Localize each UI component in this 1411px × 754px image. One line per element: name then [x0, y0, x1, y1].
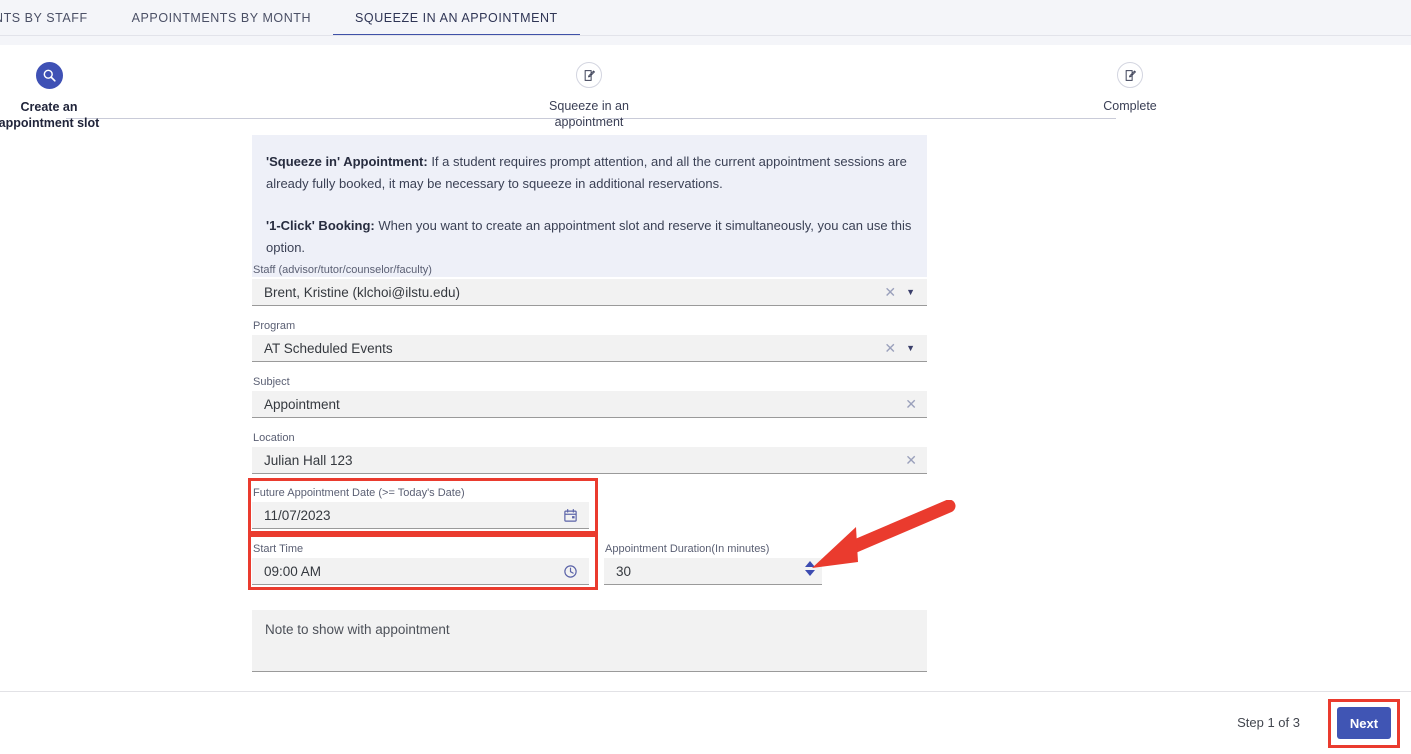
field-staff: Staff (advisor/tutor/counselor/faculty) …	[252, 263, 927, 306]
stepper-caption-line2: appointment slot	[0, 116, 100, 130]
tab-squeeze-in-an-appointment[interactable]: SQUEEZE IN AN APPOINTMENT	[333, 0, 580, 36]
stepper-caption-line1: Create an	[20, 100, 78, 114]
appointment-duration-input[interactable]: 30	[604, 558, 822, 585]
info-paragraph-one-click: '1-Click' Booking: When you want to crea…	[266, 215, 913, 259]
field-future-appointment-date: Future Appointment Date (>= Today's Date…	[252, 486, 589, 529]
stepper-caption: Create an appointment slot	[0, 99, 99, 131]
clock-icon	[564, 564, 577, 578]
stepper-bubble	[35, 62, 63, 89]
stepper-bubble	[1117, 62, 1143, 88]
note-textarea[interactable]: Note to show with appointment	[252, 610, 927, 672]
clear-subject-icon[interactable]: ✕	[895, 397, 927, 411]
field-start-time: Start Time 09:00 AM	[252, 542, 589, 585]
clear-staff-icon[interactable]: ✕	[874, 285, 906, 299]
info-paragraph-2-title: '1-Click' Booking:	[266, 218, 375, 233]
stepper-connector-1	[66, 118, 577, 119]
tab-appointments-by-staff[interactable]: NTS BY STAFF	[0, 0, 110, 36]
stepper-caption: Squeeze in an appointment	[549, 98, 629, 130]
duration-stepper[interactable]	[805, 561, 815, 576]
chevron-down-icon[interactable]: ▼	[906, 287, 927, 297]
stepper-caption-line2: appointment	[554, 115, 624, 129]
program-value: AT Scheduled Events	[264, 340, 393, 356]
chevron-down-icon[interactable]: ▼	[906, 343, 927, 353]
time-picker-button[interactable]	[563, 564, 589, 579]
calendar-icon	[564, 508, 577, 522]
next-button[interactable]: Next	[1337, 707, 1391, 739]
field-location: Location Julian Hall 123 ✕	[252, 431, 927, 474]
footer-divider	[0, 691, 1411, 692]
future-appointment-date-value: 11/07/2023	[264, 507, 331, 523]
clear-location-icon[interactable]: ✕	[895, 453, 927, 467]
clear-program-icon[interactable]: ✕	[874, 341, 906, 355]
info-banner: 'Squeeze in' Appointment: If a student r…	[252, 135, 927, 277]
field-label-future-appointment-date: Future Appointment Date (>= Today's Date…	[253, 487, 465, 499]
start-time-value: 09:00 AM	[264, 563, 322, 579]
tab-bar-spacer	[0, 36, 1411, 45]
stepper-down-icon[interactable]	[805, 570, 815, 576]
program-select[interactable]: AT Scheduled Events ✕ ▼	[252, 335, 927, 362]
field-appointment-duration: Appointment Duration(In minutes) 30	[604, 542, 822, 585]
tab-appointments-by-month[interactable]: APPOINTMENTS BY MONTH	[110, 0, 333, 36]
field-program: Program AT Scheduled Events ✕ ▼	[252, 319, 927, 362]
location-input[interactable]: Julian Hall 123 ✕	[252, 447, 927, 474]
field-subject: Subject Appointment ✕	[252, 375, 927, 418]
info-paragraph-squeeze-in: 'Squeeze in' Appointment: If a student r…	[266, 151, 913, 195]
edit-document-icon	[584, 69, 595, 81]
field-label-program: Program	[253, 320, 296, 332]
edit-document-icon	[1125, 69, 1136, 81]
stepper-connector-2	[603, 118, 1116, 119]
stepper-step-complete[interactable]: Complete	[1055, 62, 1205, 114]
stepper-caption-line1: Complete	[1103, 99, 1157, 113]
progress-stepper: Create an appointment slot Squeeze in an…	[0, 45, 1411, 135]
subject-input[interactable]: Appointment ✕	[252, 391, 927, 418]
stepper-step-squeeze-in-an-appointment[interactable]: Squeeze in an appointment	[514, 62, 664, 130]
tab-label: SQUEEZE IN AN APPOINTMENT	[355, 11, 558, 25]
tab-bar: NTS BY STAFF APPOINTMENTS BY MONTH SQUEE…	[0, 0, 1411, 36]
stepper-up-icon[interactable]	[805, 561, 815, 567]
field-label-start-time: Start Time	[253, 543, 304, 555]
note-placeholder: Note to show with appointment	[265, 622, 450, 637]
future-appointment-date-input[interactable]: 11/07/2023	[252, 502, 589, 529]
tab-label: NTS BY STAFF	[0, 11, 88, 25]
location-value: Julian Hall 123	[264, 452, 353, 468]
calendar-picker-button[interactable]	[563, 508, 589, 523]
stepper-bubble	[576, 62, 602, 88]
info-paragraph-1-title: 'Squeeze in' Appointment:	[266, 154, 428, 169]
stepper-step-create-an-appointment-slot[interactable]: Create an appointment slot	[0, 62, 124, 131]
search-icon	[43, 69, 56, 82]
field-label-appointment-duration: Appointment Duration(In minutes)	[605, 543, 770, 555]
field-label-subject: Subject	[253, 376, 290, 388]
step-indicator: Step 1 of 3	[1237, 715, 1300, 730]
stepper-caption: Complete	[1103, 98, 1157, 114]
appointment-duration-value: 30	[616, 563, 632, 579]
form-content: 'Squeeze in' Appointment: If a student r…	[0, 135, 1411, 691]
field-label-location: Location	[253, 432, 295, 444]
subject-value: Appointment	[264, 396, 340, 412]
staff-select[interactable]: Brent, Kristine (klchoi@ilstu.edu) ✕ ▼	[252, 279, 927, 306]
tab-label: APPOINTMENTS BY MONTH	[131, 11, 312, 25]
stepper-caption-line1: Squeeze in an	[549, 99, 629, 113]
staff-value: Brent, Kristine (klchoi@ilstu.edu)	[264, 284, 461, 300]
start-time-input[interactable]: 09:00 AM	[252, 558, 589, 585]
field-label-staff: Staff (advisor/tutor/counselor/faculty)	[253, 264, 432, 276]
